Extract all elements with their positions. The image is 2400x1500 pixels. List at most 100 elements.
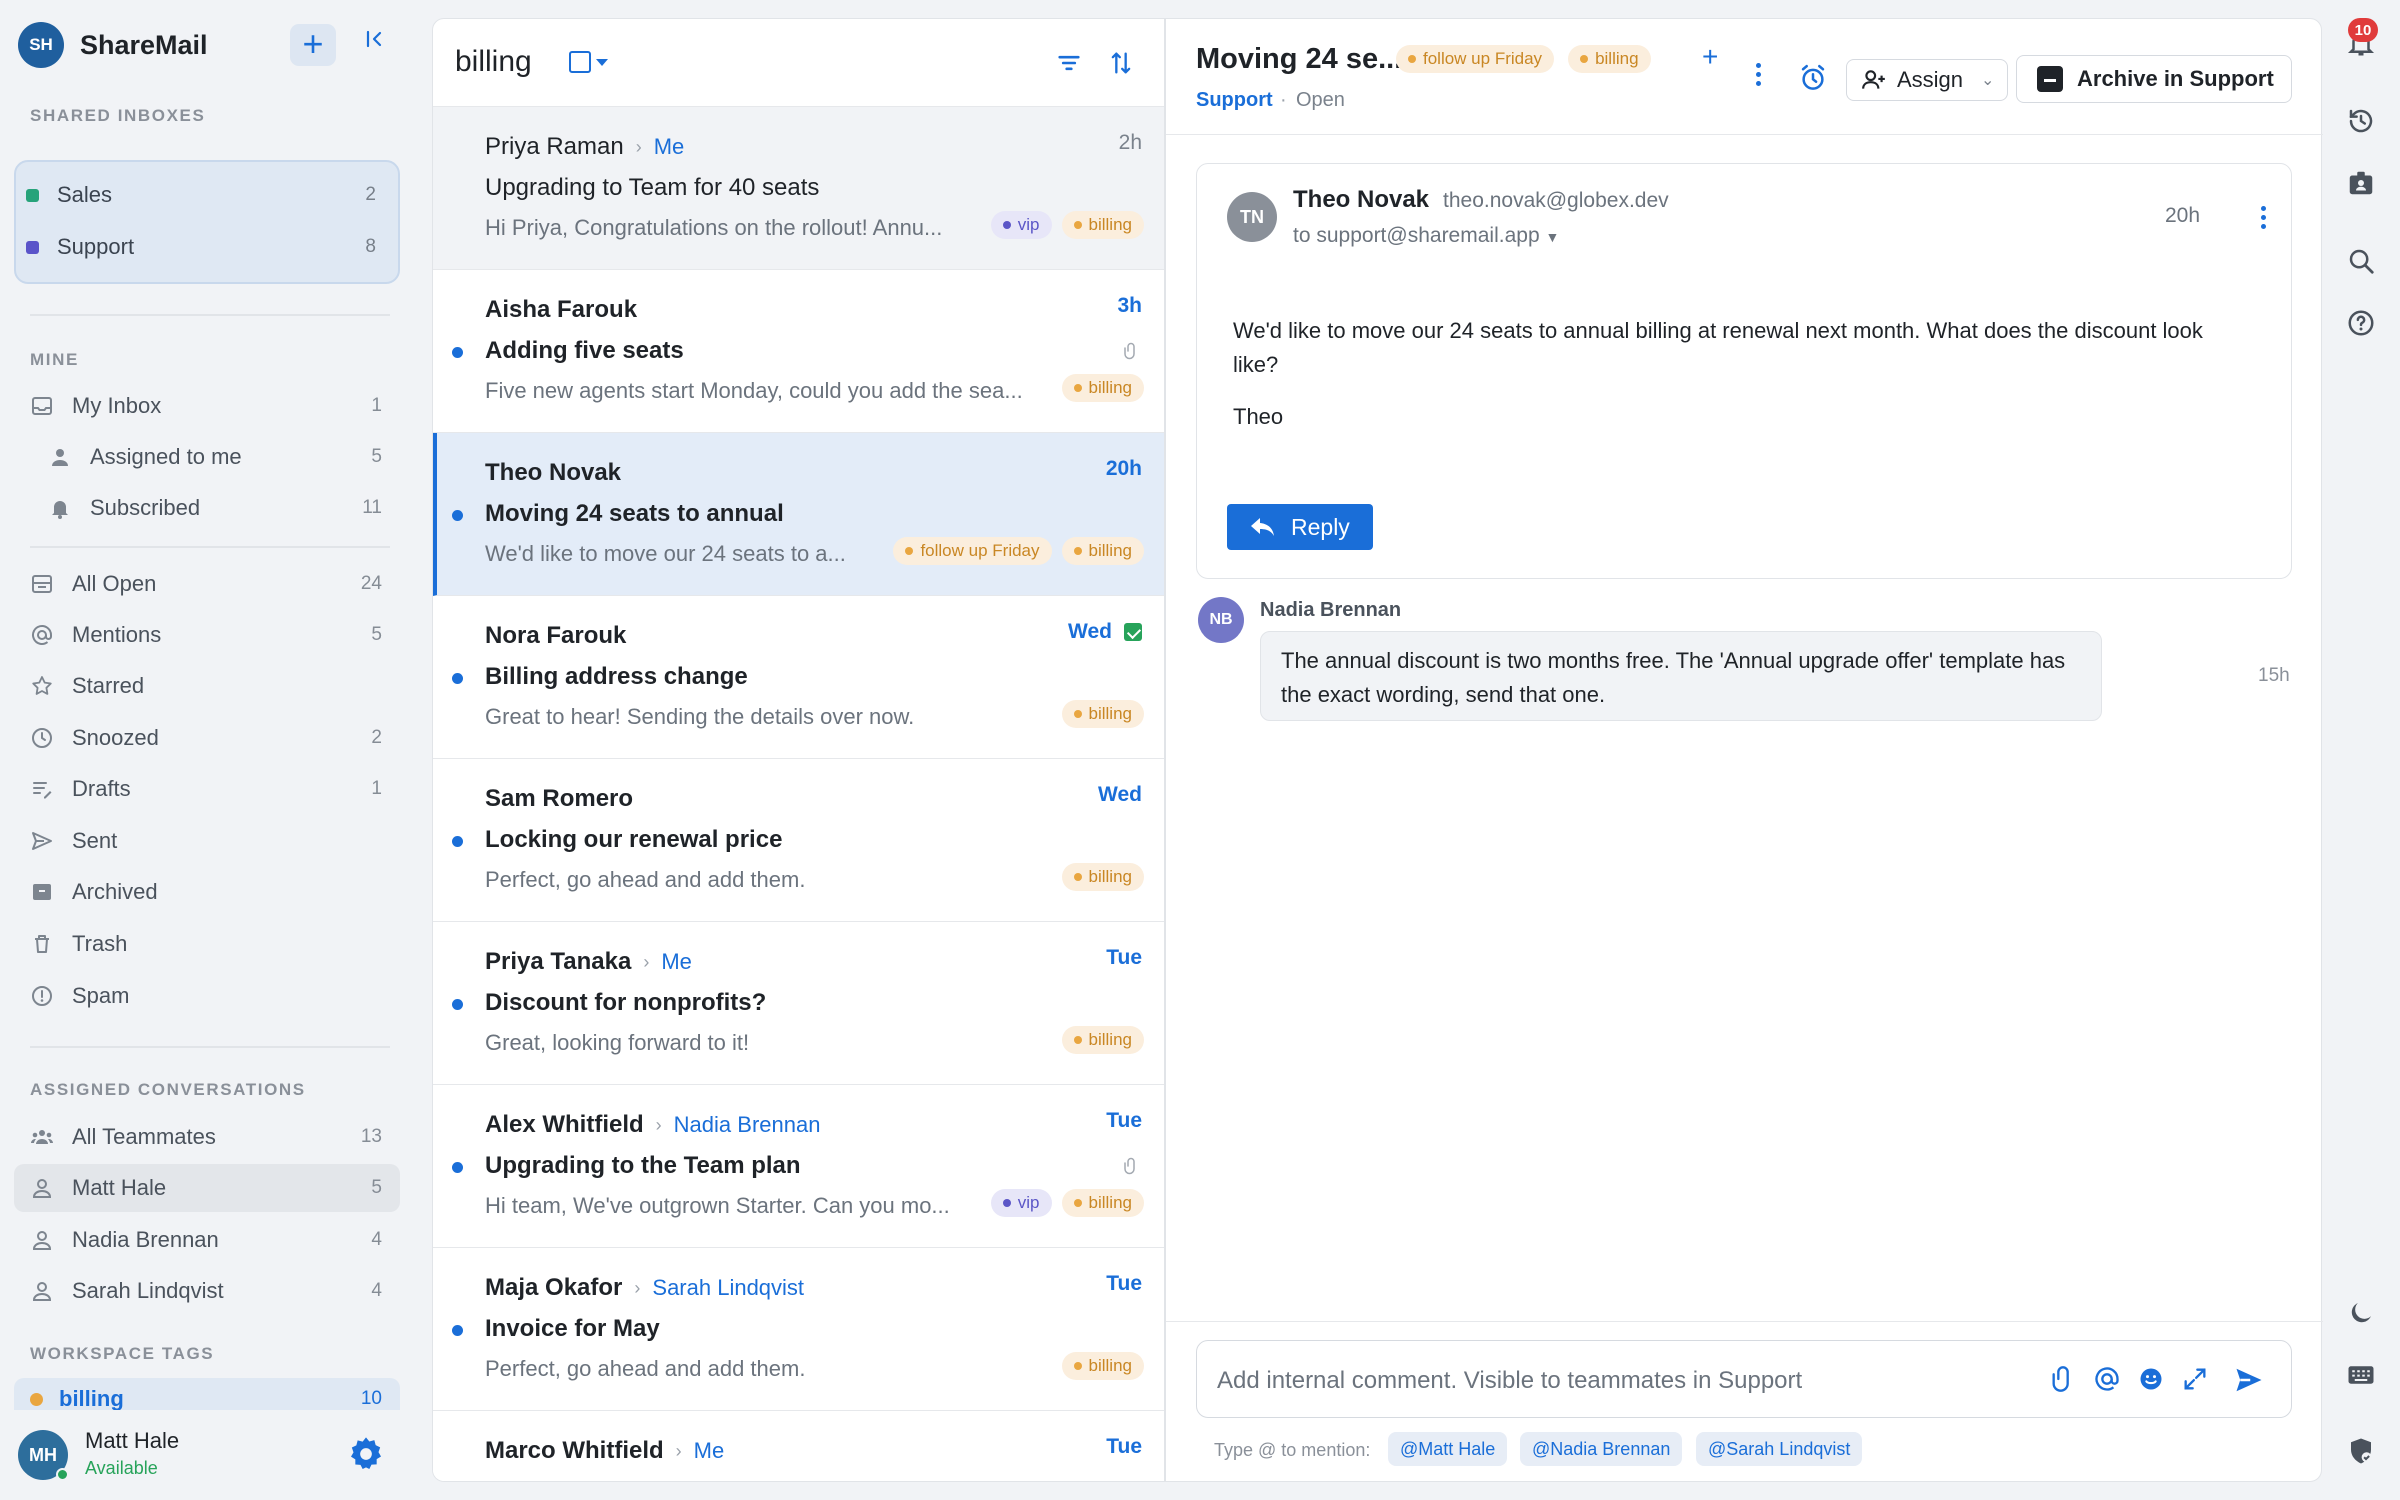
paperclip-icon (1122, 340, 1140, 362)
history-icon[interactable] (2346, 106, 2382, 142)
nav-all-open[interactable]: All Open 24 (14, 560, 400, 608)
brand-name: ShareMail (80, 29, 208, 60)
message-sender-email: theo.novak@globex.dev (1443, 189, 1669, 212)
nav-teammate-nadia-brennan[interactable]: Nadia Brennan 4 (14, 1216, 400, 1264)
row-tags: vip billing (990, 1189, 1144, 1217)
nav-mentions[interactable]: Mentions 5 (14, 611, 400, 659)
keyboard-icon[interactable] (2346, 1360, 2382, 1396)
mention-chip[interactable]: @Sarah Lindqvist (1696, 1432, 1863, 1466)
gear-icon[interactable] (346, 1434, 386, 1474)
sort-icon[interactable] (1107, 49, 1135, 77)
nav-teammate-sarah-lindqvist[interactable]: Sarah Lindqvist 4 (14, 1267, 400, 1315)
archive-button[interactable]: Archive in Support (2016, 55, 2292, 103)
tag-chip[interactable]: billing (1061, 700, 1144, 728)
conversation-list: billing Priya Raman › Me 2h Upgrading to T… (432, 18, 1165, 1482)
tag-chip[interactable]: billing (1061, 374, 1144, 402)
tag-chip[interactable]: billing (1061, 1026, 1144, 1054)
row-subject: Locking our renewal price (485, 826, 783, 853)
nav-starred[interactable]: Starred (14, 662, 400, 710)
list-item[interactable]: Marco Whitfield › Me Tue (433, 1411, 1164, 1481)
tag-chip[interactable]: billing (1061, 1189, 1144, 1217)
person-icon (48, 445, 72, 469)
snooze-alarm-icon[interactable] (1798, 63, 1828, 93)
dark-mode-icon[interactable] (2346, 1298, 2382, 1334)
help-icon[interactable] (2346, 308, 2382, 344)
add-tag-button[interactable]: + (1702, 41, 1718, 73)
select-all-checkbox[interactable] (569, 51, 591, 73)
tag-chip[interactable]: billing (1061, 537, 1144, 565)
list-item-selected[interactable]: Theo Novak 20h Moving 24 seats to annual… (433, 433, 1164, 596)
mention-chip[interactable]: @Nadia Brennan (1520, 1432, 1683, 1466)
reply-button[interactable]: Reply (1227, 504, 1373, 550)
contact-card-icon[interactable] (2346, 168, 2382, 204)
list-item[interactable]: Maja Okafor › Sarah Lindqvist Tue Invoice … (433, 1248, 1164, 1411)
tag-chip[interactable]: billing (1061, 211, 1144, 239)
list-item[interactable]: Nora Farouk Wed Billing address change G… (433, 596, 1164, 759)
unread-dot (452, 1162, 463, 1173)
nav-trash[interactable]: Trash (14, 920, 400, 968)
row-tags: vip billing (990, 211, 1144, 239)
assign-button[interactable]: Assign ⌄ (1846, 59, 2008, 101)
message-body: We'd like to move our 24 seats to annual… (1233, 318, 2203, 377)
search-icon[interactable] (2346, 246, 2382, 282)
inbox-sales[interactable]: Sales 2 (26, 175, 376, 215)
list-item[interactable]: Aisha Farouk 3h Adding five seats Five n… (433, 270, 1164, 433)
nav-archived[interactable]: Archived (14, 868, 400, 916)
at-icon[interactable] (2093, 1365, 2123, 1395)
list-item[interactable]: Alex Whitfield › Nadia Brennan Tue Upgradi… (433, 1085, 1164, 1248)
tag-chip[interactable]: follow up Friday (1396, 45, 1555, 73)
list-item[interactable]: Sam Romero Wed Locking our renewal price… (433, 759, 1164, 922)
compose-button[interactable]: + (290, 24, 336, 66)
tag-chip[interactable]: billing (1568, 45, 1651, 73)
expand-icon[interactable] (2181, 1365, 2211, 1395)
comment-input[interactable]: Add internal comment. Visible to teammat… (1196, 1340, 2292, 1418)
tag-chip[interactable]: follow up Friday (893, 537, 1052, 565)
nav-assigned-to-me[interactable]: Assigned to me 5 (14, 433, 400, 481)
nav-teammate-matt-hale[interactable]: Matt Hale 5 (14, 1164, 400, 1212)
more-options-icon[interactable] (1756, 63, 1764, 90)
message-more-icon[interactable] (2261, 206, 2266, 233)
sender-name: Priya Raman (485, 133, 624, 160)
nav-drafts[interactable]: Drafts 1 (14, 765, 400, 813)
row-time: 20h (1106, 457, 1142, 481)
recipient-name: Me (661, 949, 692, 974)
nav-my-inbox[interactable]: My Inbox 1 (14, 382, 400, 430)
recipient-name: Me (653, 134, 685, 159)
conversation-inbox[interactable]: Support (1196, 89, 1273, 112)
mention-chip[interactable]: @Matt Hale (1388, 1432, 1508, 1466)
tag-chip[interactable]: vip (990, 211, 1052, 239)
filter-icon[interactable] (1055, 49, 1083, 77)
tag-dot (1073, 710, 1082, 718)
nav-snoozed[interactable]: Snoozed 2 (14, 714, 400, 762)
nav-all-teammates[interactable]: All Teammates 13 (14, 1113, 400, 1161)
tag-label: billing (1088, 1030, 1132, 1049)
user-status[interactable]: Available (85, 1458, 158, 1479)
shared-inboxes-title: SHARED INBOXES (30, 106, 206, 125)
tag-chip[interactable]: vip (990, 1189, 1052, 1217)
row-preview: Perfect, go ahead and add them. (485, 867, 806, 892)
row-preview: Great to hear! Sending the details over … (485, 704, 915, 729)
nav-subscribed[interactable]: Subscribed 11 (14, 484, 400, 532)
inbox-support[interactable]: Support 8 (26, 227, 376, 267)
paperclip-icon[interactable] (2049, 1365, 2079, 1395)
tag-billing[interactable]: billing 10 (14, 1380, 400, 1410)
nav-sent[interactable]: Sent (14, 817, 400, 865)
row-sender: Nora Farouk (485, 622, 626, 650)
list-item[interactable]: Priya Tanaka › Me Tue Discount for nonprof… (433, 922, 1164, 1085)
shield-icon[interactable] (2346, 1436, 2382, 1472)
send-icon[interactable] (2229, 1365, 2269, 1395)
collapse-sidebar-icon[interactable] (356, 26, 392, 62)
unread-dot (452, 510, 463, 521)
trash-icon (30, 932, 54, 956)
tag-chip[interactable]: billing (1061, 863, 1144, 891)
nav-count: 5 (371, 624, 382, 645)
nav-label: Matt Hale (72, 1175, 167, 1200)
chevron-down-icon[interactable] (596, 59, 608, 66)
tag-label: billing (1088, 867, 1132, 886)
nav-spam[interactable]: Spam (14, 972, 400, 1020)
emoji-icon[interactable] (2137, 1365, 2167, 1395)
row-preview: Perfect, go ahead and add them. (485, 1356, 806, 1381)
message-recipients[interactable]: to support@sharemail.app ▼ (1293, 224, 1559, 248)
tag-chip[interactable]: billing (1061, 1352, 1144, 1380)
list-item[interactable]: Priya Raman › Me 2h Upgrading to Team for … (433, 107, 1164, 270)
